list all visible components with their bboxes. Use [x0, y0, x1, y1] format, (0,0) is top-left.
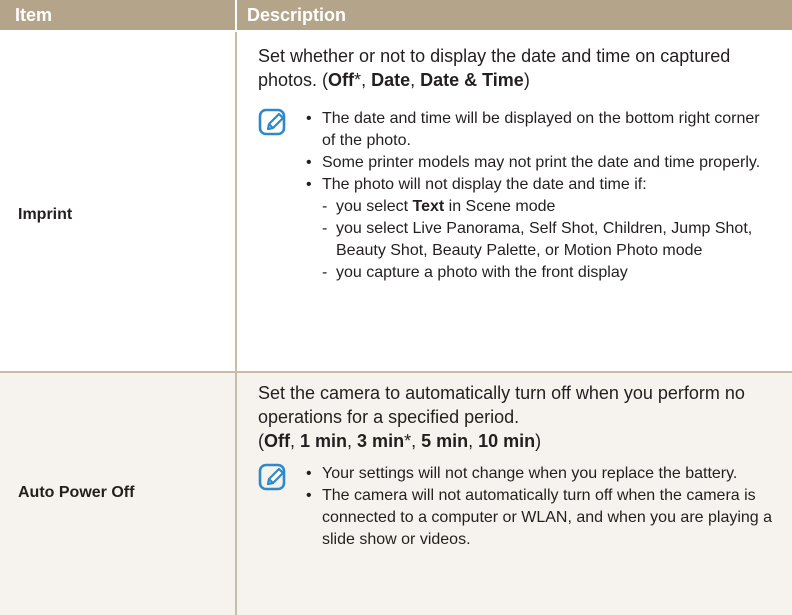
- note-pencil-icon: [258, 463, 286, 491]
- sub-notes: you select Text in Scene mode you select…: [322, 196, 776, 284]
- header-description: Description: [247, 5, 347, 25]
- note-item: Your settings will not change when you r…: [306, 463, 776, 485]
- column-divider: [235, 373, 237, 615]
- option-off: Off: [328, 70, 355, 90]
- option-1-min: 1 min: [300, 431, 348, 451]
- table-row-imprint: Imprint Set whether or not to display th…: [0, 32, 792, 371]
- option-3-min: 3 min: [357, 431, 405, 451]
- note-item: The camera will not automatically turn o…: [306, 485, 776, 551]
- note-item: Some printer models may not print the da…: [306, 152, 776, 174]
- note-item: The date and time will be displayed on t…: [306, 108, 776, 152]
- imprint-notes: The date and time will be displayed on t…: [306, 108, 776, 284]
- imprint-description: Set whether or not to display the date a…: [258, 46, 731, 90]
- sub-note-text: in Scene mode: [444, 198, 556, 215]
- option-date: Date: [371, 70, 411, 90]
- option-off: Off: [264, 431, 290, 451]
- sub-note-bold: Text: [412, 198, 445, 215]
- note-text: The photo will not display the date and …: [322, 176, 647, 193]
- header-item: Item: [15, 5, 53, 25]
- default-mark: *: [354, 70, 362, 90]
- table-header: Item Description: [0, 0, 792, 30]
- header-divider: [235, 0, 237, 30]
- sub-note-item: you select Text in Scene mode: [322, 196, 776, 218]
- option-5-min: 5 min: [421, 431, 469, 451]
- sub-note-text: you select: [336, 198, 413, 215]
- sub-note-item: you capture a photo with the front displ…: [322, 262, 776, 284]
- note-item: The photo will not display the date and …: [306, 174, 776, 284]
- table-row-auto-power-off: Auto Power Off Set the camera to automat…: [0, 373, 792, 615]
- note-pencil-icon: [258, 108, 286, 136]
- auto-power-off-desc-text: Set the camera to automatically turn off…: [258, 383, 745, 427]
- default-mark: *: [404, 431, 412, 451]
- option-date-time: Date & Time: [420, 70, 524, 90]
- option-10-min: 10 min: [478, 431, 536, 451]
- column-divider: [235, 32, 237, 371]
- item-label-imprint: Imprint: [18, 206, 73, 223]
- auto-power-off-notes: Your settings will not change when you r…: [306, 463, 776, 551]
- auto-power-off-description: Set the camera to automatically turn off…: [258, 383, 745, 451]
- item-label-auto-power-off: Auto Power Off: [18, 484, 135, 501]
- sub-note-item: you select Live Panorama, Self Shot, Chi…: [322, 218, 776, 262]
